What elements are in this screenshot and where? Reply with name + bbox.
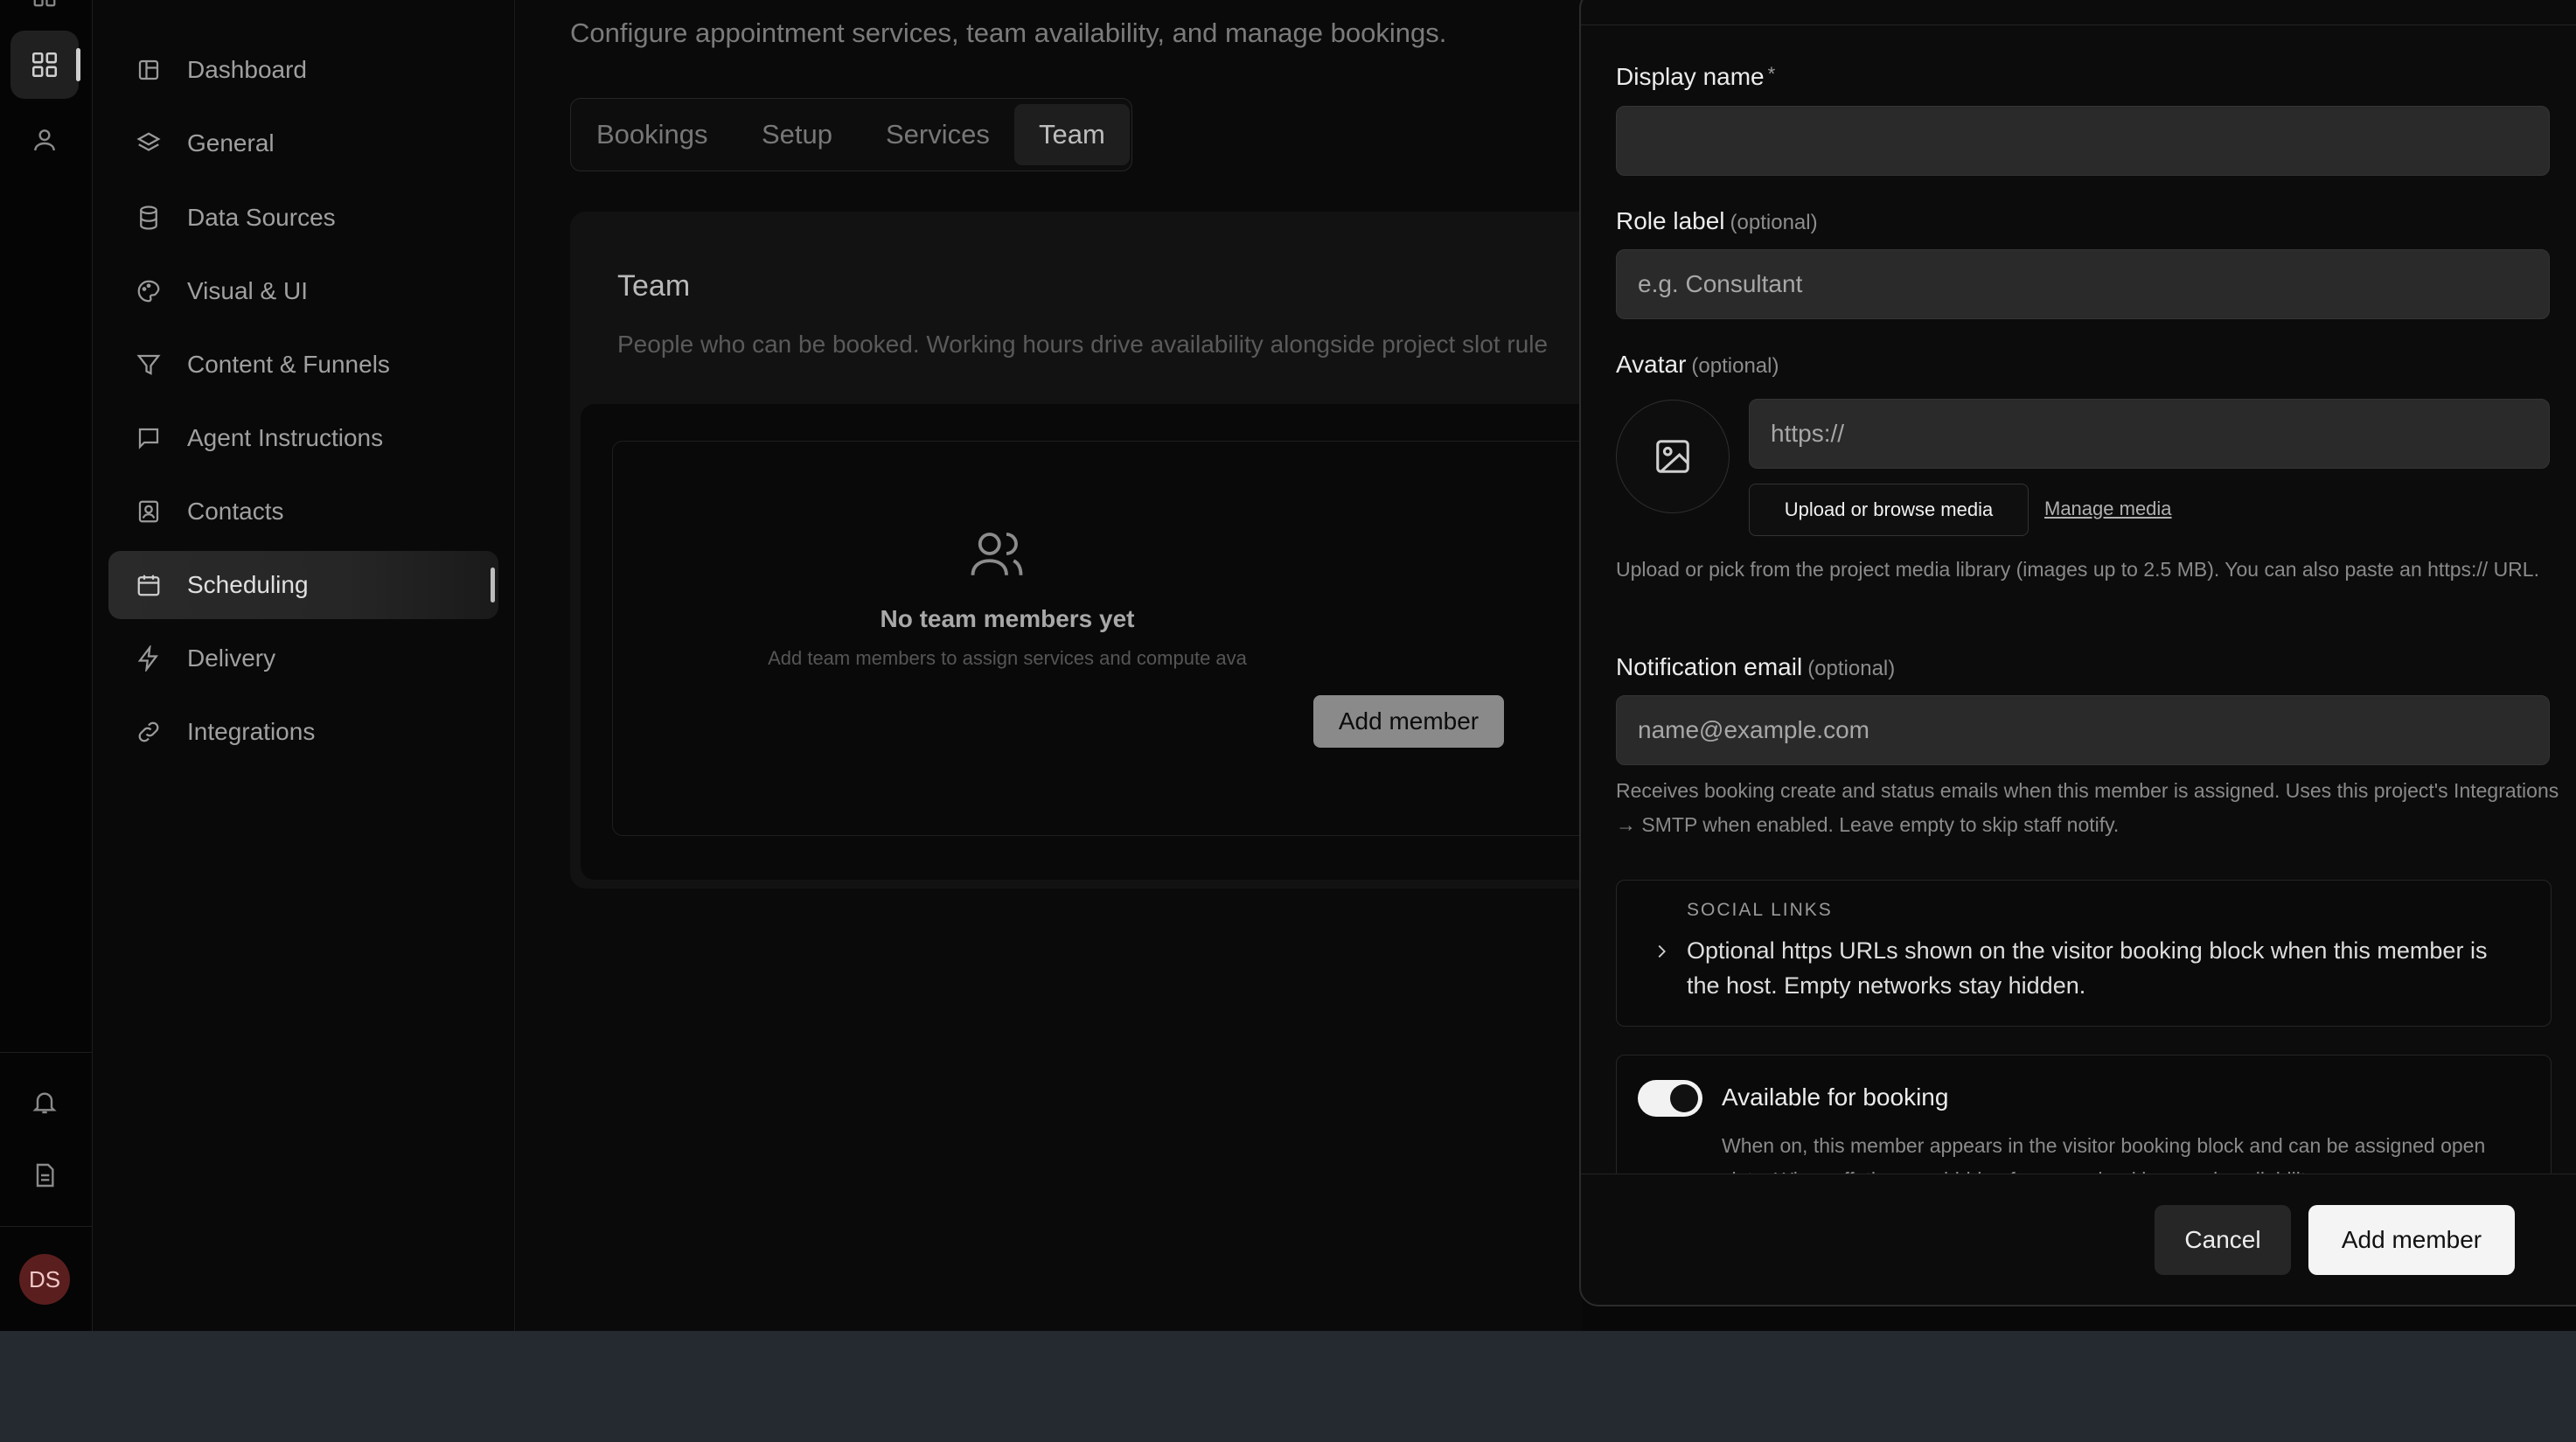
social-links-section[interactable]: SOCIAL LINKS Optional https URLs shown o… [1616, 880, 2552, 1027]
funnel-icon [133, 349, 164, 380]
tab-team[interactable]: Team [1014, 104, 1130, 165]
sidebar-item-data-sources[interactable]: Data Sources [108, 184, 498, 252]
app-window: DS Dashboard General Data Sources Visual… [0, 0, 2576, 1331]
display-name-label: Display name * [1616, 63, 1775, 91]
add-member-sheet: Display name * Role label (optional) e.g. … [1579, 0, 2576, 1306]
rail-top-icon[interactable] [10, 0, 79, 30]
sidebar-item-content-funnels[interactable]: Content & Funnels [108, 331, 498, 399]
chevron-right-icon [1652, 942, 1671, 961]
sidebar-item-label: Data Sources [187, 204, 336, 231]
available-toggle[interactable] [1638, 1080, 1702, 1117]
optional-hint: (optional) [1807, 657, 1896, 680]
sidebar-item-label: Dashboard [187, 56, 307, 83]
sidebar-item-integrations[interactable]: Integrations [108, 698, 498, 766]
link-icon [133, 716, 164, 748]
optional-hint: (optional) [1691, 354, 1779, 378]
sidebar-item-label: Content & Funnels [187, 351, 390, 378]
submit-add-member-button[interactable]: Add member [2308, 1205, 2515, 1275]
message-icon [133, 422, 164, 454]
role-label-label: Role label (optional) [1616, 207, 1818, 235]
sidebar-item-label: Delivery [187, 644, 276, 672]
page-subtitle: Configure appointment services, team ava… [570, 17, 1447, 48]
bolt-icon [133, 643, 164, 674]
empty-state-description: Add team members to assign services and … [768, 647, 1247, 669]
user-icon[interactable] [10, 106, 79, 174]
users-icon [968, 525, 1026, 582]
role-label-input[interactable]: e.g. Consultant [1616, 249, 2550, 319]
image-icon [1653, 436, 1693, 477]
display-name-input[interactable] [1616, 106, 2550, 176]
sidebar-item-label: Scheduling [187, 571, 309, 598]
notification-email-help: Receives booking create and status email… [1616, 779, 2559, 836]
palette-icon [133, 275, 164, 307]
sidebar-nav: Dashboard General Data Sources Visual & … [93, 0, 515, 1331]
cancel-button[interactable]: Cancel [2155, 1205, 2291, 1275]
empty-state-title: No team members yet [880, 605, 1135, 632]
grid-icon[interactable] [10, 31, 80, 99]
label-text: Role label [1616, 207, 1725, 234]
avatar-preview[interactable] [1616, 400, 1730, 513]
tab-bookings[interactable]: Bookings [596, 99, 708, 171]
manage-media-link[interactable]: Manage media [2044, 498, 2172, 520]
upload-media-button[interactable]: Upload or browse media [1749, 484, 2029, 536]
sidebar-item-label: General [187, 129, 275, 157]
notification-email-label: Notification email (optional) [1616, 653, 1895, 681]
database-icon [133, 202, 164, 233]
desktop-background [0, 1331, 2576, 1442]
bell-icon[interactable] [10, 1068, 79, 1136]
label-text: Avatar [1616, 351, 1687, 378]
sidebar-item-label: Contacts [187, 498, 284, 525]
sheet-header-divider [1581, 24, 2576, 25]
team-card: Team People who can be booked. Working h… [570, 212, 1663, 888]
social-links-description: Optional https URLs shown on the visitor… [1687, 937, 2488, 999]
availability-title: Available for booking [1722, 1083, 1949, 1111]
sidebar-item-label: Agent Instructions [187, 424, 384, 451]
contact-icon [133, 496, 164, 527]
tab-services[interactable]: Services [886, 99, 990, 171]
social-links-kicker: SOCIAL LINKS [1687, 900, 1833, 920]
label-text: Notification email [1616, 653, 1803, 680]
sidebar-item-scheduling[interactable]: Scheduling [108, 551, 498, 619]
sidebar-item-label: Visual & UI [187, 277, 308, 304]
avatar-url-input[interactable]: https:// [1749, 399, 2550, 469]
avatar-help-text: Upload or pick from the project media li… [1616, 558, 2539, 581]
add-member-button[interactable]: Add member [1313, 695, 1504, 748]
sidebar-item-contacts[interactable]: Contacts [108, 477, 498, 546]
calendar-icon [133, 569, 164, 601]
icon-rail: DS [0, 0, 93, 1331]
sidebar-item-dashboard[interactable]: Dashboard [108, 36, 498, 104]
toggle-knob [1670, 1084, 1698, 1112]
optional-hint: (optional) [1730, 211, 1818, 234]
document-icon[interactable] [10, 1141, 79, 1209]
rail-divider [0, 1052, 92, 1053]
avatar-label: Avatar (optional) [1616, 351, 1779, 379]
label-text: Display name [1616, 63, 1765, 90]
required-mark: * [1767, 63, 1776, 85]
sidebar-item-visual-ui[interactable]: Visual & UI [108, 257, 498, 325]
main-content: Configure appointment services, team ava… [516, 0, 1663, 1331]
tab-setup[interactable]: Setup [762, 99, 832, 171]
card-description: People who can be booked. Working hours … [617, 331, 1549, 358]
notification-email-input[interactable]: name@example.com [1616, 695, 2550, 765]
dashboard-icon [133, 54, 164, 86]
card-title: Team [617, 269, 691, 303]
empty-state [612, 441, 1663, 836]
sidebar-item-agent-instructions[interactable]: Agent Instructions [108, 404, 498, 472]
layers-icon [133, 128, 164, 159]
rail-divider [0, 1226, 92, 1227]
tab-bar: Bookings Setup Services Team [570, 98, 1132, 171]
sidebar-item-general[interactable]: General [108, 109, 498, 178]
sidebar-item-delivery[interactable]: Delivery [108, 624, 498, 693]
avatar[interactable]: DS [19, 1254, 70, 1305]
sidebar-item-label: Integrations [187, 718, 316, 745]
